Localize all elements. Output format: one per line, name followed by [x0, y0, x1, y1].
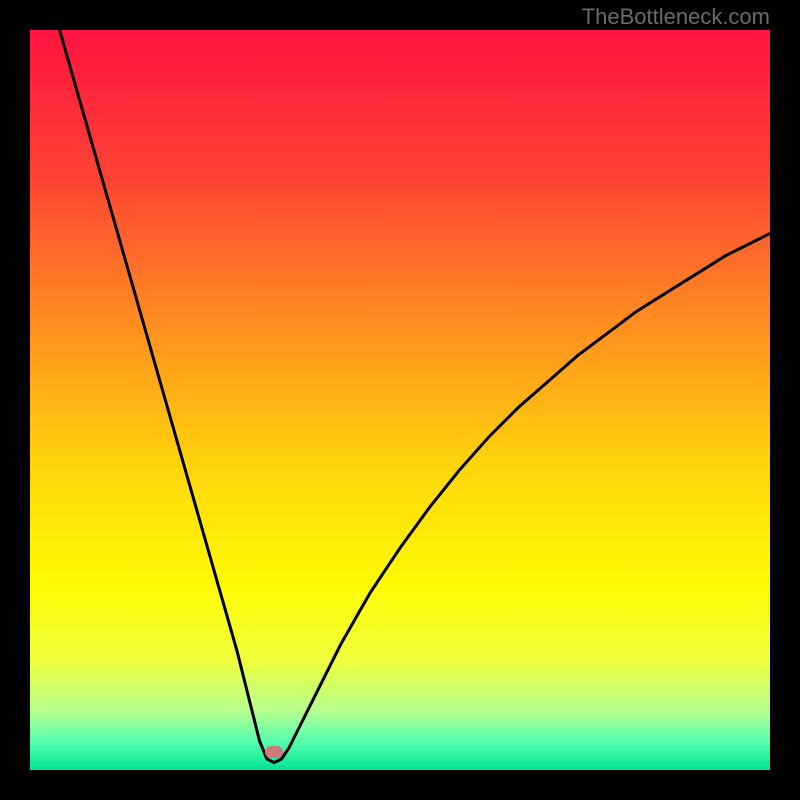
watermark-text: TheBottleneck.com [582, 4, 770, 30]
optimal-point-marker [265, 746, 283, 758]
chart-frame: TheBottleneck.com [0, 0, 800, 800]
gradient-background [30, 30, 770, 770]
plot-area [30, 30, 770, 770]
